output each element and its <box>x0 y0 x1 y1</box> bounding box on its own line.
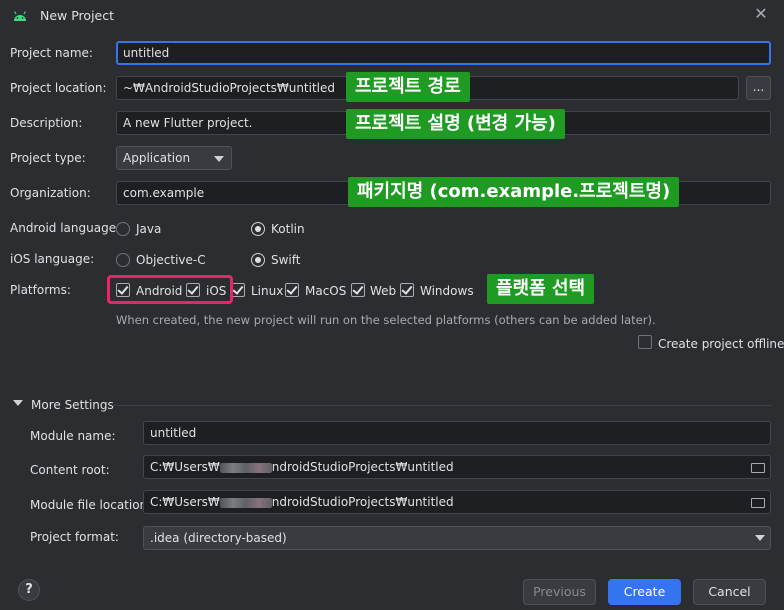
radio-kotlin[interactable] <box>251 222 265 236</box>
project-format-value: .idea (directory-based) <box>150 531 287 545</box>
content-root-suffix: ndroidStudioProjects₩untitled <box>271 460 454 474</box>
create-offline-label: Create project offline <box>658 337 784 351</box>
platforms-hint: When created, the new project will run o… <box>116 313 656 327</box>
checkbox-web-label: Web <box>370 284 397 298</box>
radio-kotlin-label: Kotlin <box>271 222 305 236</box>
checkbox-linux-label: Linux <box>251 284 284 298</box>
help-button[interactable]: ? <box>18 579 40 601</box>
platform-highlight-box <box>107 275 233 304</box>
description-label: Description: <box>10 116 83 130</box>
cancel-button[interactable]: Cancel <box>693 579 766 605</box>
checkbox-macos[interactable] <box>285 283 299 297</box>
checkbox-linux[interactable] <box>231 283 245 297</box>
radio-objective-c[interactable] <box>116 253 130 267</box>
create-button[interactable]: Create <box>608 579 681 605</box>
organization-label: Organization: <box>10 186 91 200</box>
more-settings-divider <box>112 405 772 406</box>
window-title: New Project <box>40 8 115 23</box>
platforms-label: Platforms: <box>10 283 71 297</box>
radio-java-label: Java <box>136 222 162 236</box>
browse-location-button[interactable]: ... <box>746 76 771 100</box>
module-file-location-label: Module file location: <box>30 498 152 512</box>
chevron-down-icon <box>214 156 224 162</box>
android-icon <box>12 8 28 24</box>
content-root-input[interactable]: C:₩Users₩ ndroidStudioProjects₩untitled <box>143 455 771 479</box>
project-name-input[interactable]: untitled <box>116 41 771 65</box>
folder-icon[interactable] <box>751 498 765 508</box>
content-root-prefix: C:₩Users₩ <box>150 460 220 474</box>
close-icon[interactable]: ✕ <box>752 5 770 23</box>
radio-swift[interactable] <box>251 253 265 267</box>
project-format-label: Project format: <box>30 530 119 544</box>
more-settings-toggle[interactable]: More Settings <box>31 398 114 412</box>
annotation-project-location: 프로젝트 경로 <box>346 72 470 102</box>
annotation-organization: 패키지명 (com.example.프로젝트명) <box>348 177 680 207</box>
annotation-platforms: 플랫폼 선택 <box>487 274 595 304</box>
project-type-label: Project type: <box>10 151 86 165</box>
module-name-label: Module name: <box>30 429 116 443</box>
previous-button[interactable]: Previous <box>523 579 596 605</box>
module-name-input[interactable]: untitled <box>143 421 771 445</box>
annotation-description: 프로젝트 설명 (변경 가능) <box>346 109 565 139</box>
chevron-down-icon <box>755 535 765 541</box>
android-language-label: Android language: <box>10 221 121 235</box>
module-file-suffix: ndroidStudioProjects₩untitled <box>271 495 454 509</box>
title-bar <box>0 0 784 32</box>
project-location-label: Project location: <box>10 81 107 95</box>
chevron-down-icon[interactable] <box>13 400 23 406</box>
radio-java[interactable] <box>116 222 130 236</box>
checkbox-windows-label: Windows <box>420 284 474 298</box>
project-format-select[interactable]: .idea (directory-based) <box>143 526 771 550</box>
redacted-username <box>219 497 272 508</box>
radio-objective-c-label: Objective-C <box>136 253 206 267</box>
project-type-value: Application <box>123 151 191 165</box>
folder-icon[interactable] <box>751 463 765 473</box>
checkbox-windows[interactable] <box>400 283 414 297</box>
content-root-label: Content root: <box>30 463 110 477</box>
module-file-prefix: C:₩Users₩ <box>150 495 220 509</box>
checkbox-macos-label: MacOS <box>305 284 347 298</box>
project-name-label: Project name: <box>10 46 93 60</box>
radio-swift-label: Swift <box>271 253 301 267</box>
module-file-location-input[interactable]: C:₩Users₩ ndroidStudioProjects₩untitled <box>143 490 771 514</box>
ios-language-label: iOS language: <box>10 252 95 266</box>
redacted-username <box>219 462 272 473</box>
checkbox-create-offline[interactable] <box>638 335 652 349</box>
checkbox-web[interactable] <box>351 283 365 297</box>
